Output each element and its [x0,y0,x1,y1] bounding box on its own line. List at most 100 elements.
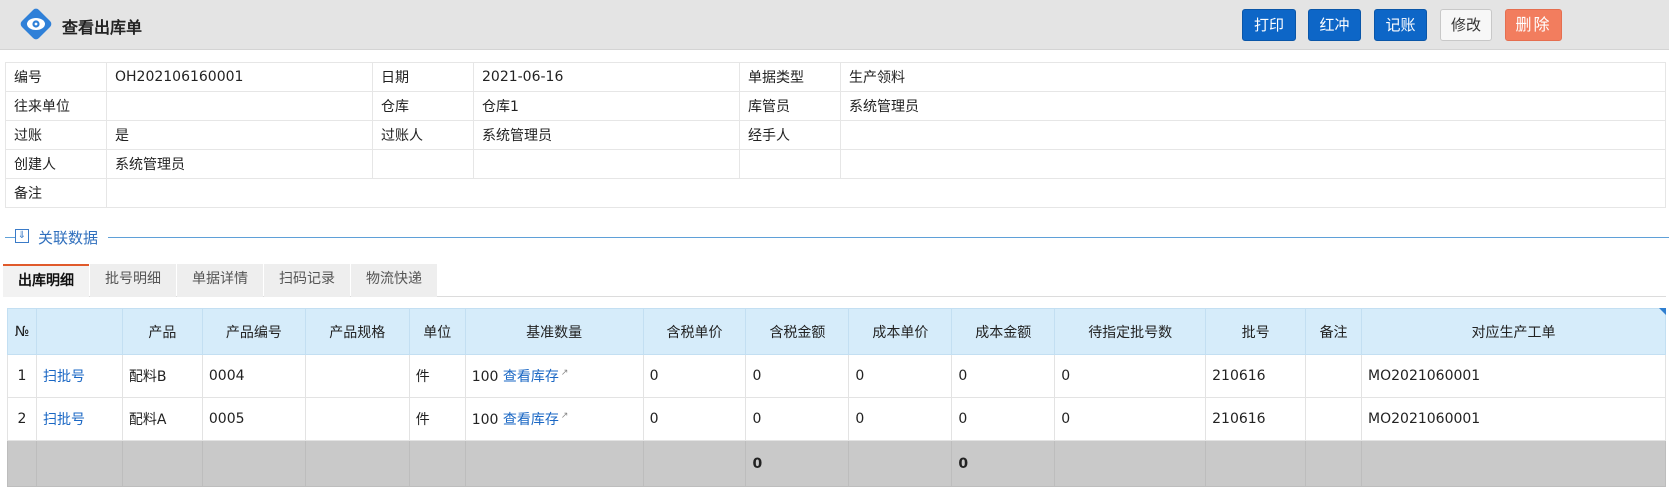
total-tax-amount: 0 [745,440,850,487]
table-row[interactable]: 2 扫批号 配料A 0005 件 100 查看库存 ↗ 0 0 0 0 0 210… [7,397,1666,441]
total-cost-amount: 0 [951,440,1056,487]
batch-cell: 210616 [1205,397,1307,441]
document-info-table: 编号 OH202106160001 日期 2021-06-16 单据类型 生产领… [5,62,1666,208]
cost-amount-cell: 0 [951,397,1056,441]
pending-cell: 0 [1054,354,1207,398]
info-label: 往来单位 [5,91,107,121]
tab-document-details[interactable]: 单据详情 [177,264,263,297]
divider [108,237,1669,238]
row-number: 2 [7,397,37,441]
info-label: 编号 [5,62,107,92]
reverse-button[interactable]: 红冲 [1308,9,1361,41]
tab-scan-records[interactable]: 扫码记录 [264,264,350,297]
col-header-cost-amount[interactable]: 成本金额 [951,308,1056,355]
note-cell [1305,354,1363,398]
col-header-qty[interactable]: 基准数量 [464,308,644,355]
info-label: 过账 [5,120,107,150]
scan-batch-link[interactable]: 扫批号 [43,369,85,385]
code-cell: 0005 [201,397,306,441]
outbound-items-table: № 产品 产品编号 产品规格 单位 基准数量 含税单价 含税金额 成本单价 成本… [7,308,1666,487]
info-value: 2021-06-16 [473,62,740,92]
info-value [473,149,740,179]
tab-bar: 出库明细 批号明细 单据详情 扫码记录 物流快递 [3,259,1666,297]
info-value: 系统管理员 [840,91,1666,121]
external-link-icon: ↗ [560,411,569,422]
col-header-work-order[interactable]: 对应生产工单 [1361,308,1666,355]
info-value: OH202106160001 [106,62,373,92]
edit-button[interactable]: 修改 [1440,9,1492,41]
col-header-spec[interactable]: 产品规格 [304,308,410,355]
info-value: 系统管理员 [106,149,373,179]
info-value: 系统管理员 [473,120,740,150]
col-header-unit[interactable]: 单位 [408,308,466,355]
collapse-icon[interactable]: ⇓ [15,229,29,243]
view-stock-link[interactable]: 查看库存 [503,369,559,385]
column-settings-corner-icon[interactable] [1659,308,1666,315]
cost-amount-cell: 0 [951,354,1056,398]
qty-value: 100 [471,412,499,428]
batch-cell: 210616 [1205,354,1307,398]
delete-button[interactable]: 删除 [1505,9,1562,41]
tax-amount-cell: 0 [745,354,850,398]
col-header-no: № [7,308,37,355]
col-header-tax-price[interactable]: 含税单价 [642,308,747,355]
unit-cell: 件 [408,397,466,441]
view-stock-link[interactable]: 查看库存 [503,412,559,428]
info-label: 备注 [5,178,107,208]
qty-value: 100 [471,369,499,385]
external-link-icon: ↗ [560,368,569,379]
info-value: 仓库1 [473,91,740,121]
info-value [106,91,373,121]
pending-cell: 0 [1054,397,1207,441]
col-header-cost-price[interactable]: 成本单价 [848,308,953,355]
table-row[interactable]: 1 扫批号 配料B 0004 件 100 查看库存 ↗ 0 0 0 0 0 210… [7,354,1666,398]
row-number: 1 [7,354,37,398]
info-label: 创建人 [5,149,107,179]
info-label: 日期 [372,62,474,92]
eye-logo-icon [20,8,52,40]
info-row: 过账 是 过账人 系统管理员 经手人 [5,120,1666,150]
tax-price-cell: 0 [642,397,747,441]
section-label: 关联数据 [38,229,99,247]
info-value: 是 [106,120,373,150]
col-header-product[interactable]: 产品 [121,308,203,355]
info-row: 备注 [5,178,1666,208]
spec-cell [304,354,410,398]
scan-batch-link[interactable]: 扫批号 [43,412,85,428]
col-header-pending[interactable]: 待指定批号数 [1054,308,1207,355]
info-value [840,120,1666,150]
col-header-note[interactable]: 备注 [1305,308,1363,355]
totals-row: 0 0 [7,440,1666,487]
print-button[interactable]: 打印 [1242,9,1296,41]
post-button[interactable]: 记账 [1374,9,1427,41]
col-header-tax-amount[interactable]: 含税金额 [745,308,850,355]
info-label: 库管员 [739,91,841,121]
cost-price-cell: 0 [848,397,953,441]
info-value: 生产领料 [840,62,1666,92]
related-data-section[interactable]: ⇓ 关联数据 [0,226,1669,248]
col-header-action [35,308,123,355]
info-value [106,178,1666,208]
info-row: 编号 OH202106160001 日期 2021-06-16 单据类型 生产领… [5,62,1666,92]
tax-price-cell: 0 [642,354,747,398]
product-cell: 配料A [121,397,203,441]
code-cell: 0004 [201,354,306,398]
cost-price-cell: 0 [848,354,953,398]
tab-outbound-details[interactable]: 出库明细 [3,264,89,297]
qty-cell: 100 查看库存 ↗ [464,354,644,398]
work-order-cell: MO2021060001 [1361,397,1666,441]
tab-logistics[interactable]: 物流快递 [351,264,437,297]
col-header-batch[interactable]: 批号 [1205,308,1307,355]
product-cell: 配料B [121,354,203,398]
note-cell [1305,397,1363,441]
qty-cell: 100 查看库存 ↗ [464,397,644,441]
table-header-row: № 产品 产品编号 产品规格 单位 基准数量 含税单价 含税金额 成本单价 成本… [7,308,1666,355]
work-order-cell: MO2021060001 [1361,354,1666,398]
tab-batch-details[interactable]: 批号明细 [90,264,176,297]
col-header-code[interactable]: 产品编号 [201,308,306,355]
info-row: 创建人 系统管理员 [5,149,1666,179]
info-row: 往来单位 仓库 仓库1 库管员 系统管理员 [5,91,1666,121]
info-label: 仓库 [372,91,474,121]
top-bar: 查看出库单 打印 红冲 记账 修改 删除 [0,0,1669,50]
info-value [840,149,1666,179]
